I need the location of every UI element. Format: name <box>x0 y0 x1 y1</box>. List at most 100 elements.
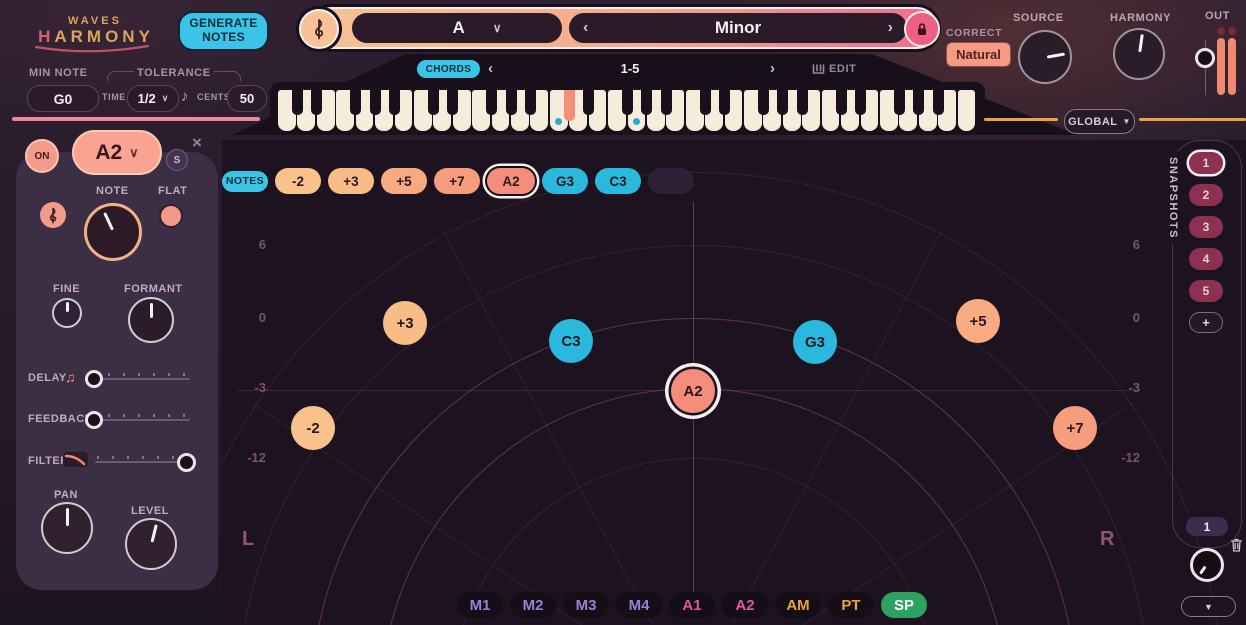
black-key[interactable] <box>311 90 323 115</box>
black-key[interactable] <box>524 90 536 115</box>
clef-badge[interactable] <box>299 9 339 49</box>
filter-slider-handle[interactable] <box>177 453 196 472</box>
black-key[interactable] <box>486 90 498 115</box>
voice-tab-M4[interactable]: M4 <box>616 592 662 618</box>
voice-tab-M3[interactable]: M3 <box>563 592 609 618</box>
min-note-field[interactable]: G0 <box>27 85 99 112</box>
formant-knob[interactable] <box>128 297 174 343</box>
scale-lock-button[interactable] <box>904 11 940 47</box>
snapshot-button-3[interactable]: 3 <box>1189 216 1223 238</box>
note-chip-+3[interactable]: +3 <box>328 168 374 194</box>
black-key[interactable] <box>893 90 905 115</box>
correct-mode-button[interactable]: Natural <box>946 42 1011 67</box>
scale-prev-button[interactable]: ‹ <box>583 19 588 37</box>
left-accent-divider <box>12 117 260 121</box>
black-key[interactable] <box>777 90 789 115</box>
key-dropdown[interactable]: A ∨ <box>352 13 562 43</box>
snapshot-morph-knob[interactable] <box>1190 548 1224 582</box>
black-key[interactable] <box>389 90 400 115</box>
note-chip-empty[interactable] <box>648 168 694 194</box>
generate-notes-button[interactable]: GENERATE NOTES <box>180 13 267 49</box>
feedback-slider-handle[interactable] <box>85 411 103 429</box>
snapshot-button-5[interactable]: 5 <box>1189 280 1223 302</box>
voice-tab-AM[interactable]: AM <box>775 592 821 618</box>
panel-collapse-button[interactable]: ▼ <box>1181 596 1236 617</box>
black-key[interactable] <box>719 90 731 115</box>
chords-prev-button[interactable]: ‹ <box>488 60 493 77</box>
out-fader-handle[interactable] <box>1195 48 1215 68</box>
snapshot-add-button[interactable]: + <box>1189 312 1223 333</box>
note-chip-G3[interactable]: G3 <box>542 168 588 194</box>
voice-note-chevron-icon: ∨ <box>129 144 139 160</box>
voice-on-button[interactable]: ON <box>25 139 59 173</box>
radar-node-+5[interactable]: +5 <box>956 299 1000 343</box>
level-knob[interactable] <box>125 518 177 570</box>
black-key[interactable] <box>932 90 944 115</box>
black-key[interactable] <box>583 90 595 115</box>
voice-tab-PT[interactable]: PT <box>828 592 874 618</box>
snapshot-button-1[interactable]: 1 <box>1189 152 1223 174</box>
black-key[interactable] <box>757 90 769 115</box>
voice-tab-A2[interactable]: A2 <box>722 592 768 618</box>
brand-swoosh <box>34 44 150 53</box>
tolerance-note-icon: ♪ <box>181 88 189 105</box>
black-key[interactable] <box>369 90 381 115</box>
pan-knob[interactable] <box>41 502 93 554</box>
time-dropdown[interactable]: 1/2 ∨ <box>127 85 179 112</box>
chords-toggle[interactable]: CHORDS <box>417 60 480 78</box>
radar-node-C3[interactable]: C3 <box>549 319 593 363</box>
voice-tab-M1[interactable]: M1 <box>457 592 503 618</box>
radar-node-+3[interactable]: +3 <box>383 301 427 345</box>
cents-field[interactable]: 50 <box>227 85 267 112</box>
note-knob-label: NOTE <box>96 185 129 197</box>
delay-slider-handle[interactable] <box>85 370 103 388</box>
black-key[interactable] <box>622 90 633 115</box>
flat-toggle-button[interactable] <box>159 204 183 228</box>
piano-keyboard[interactable] <box>270 82 985 135</box>
voice-tab-A1[interactable]: A1 <box>669 592 715 618</box>
global-dropdown[interactable]: GLOBAL ▼ <box>1064 109 1135 134</box>
black-key[interactable] <box>913 90 925 115</box>
voice-tab-SP[interactable]: SP <box>881 592 927 618</box>
trash-icon[interactable] <box>1230 537 1243 553</box>
snapshot-button-4[interactable]: 4 <box>1189 248 1223 270</box>
note-chip-+7[interactable]: +7 <box>434 168 480 194</box>
voice-clef-badge[interactable] <box>40 202 66 228</box>
note-chip--2[interactable]: -2 <box>275 168 321 194</box>
note-knob[interactable] <box>84 203 142 261</box>
black-key[interactable] <box>447 90 459 115</box>
black-key[interactable] <box>641 90 653 115</box>
note-chip-A2[interactable]: A2 <box>487 168 535 194</box>
chords-next-button[interactable]: › <box>770 60 775 77</box>
radar-node--2[interactable]: -2 <box>291 406 335 450</box>
scale-next-button[interactable]: › <box>888 19 893 37</box>
black-key[interactable] <box>350 90 362 115</box>
note-chip-+5[interactable]: +5 <box>381 168 427 194</box>
fine-label: FINE <box>53 283 81 295</box>
harmony-knob[interactable] <box>1113 28 1165 80</box>
radar-node-A2[interactable]: A2 <box>671 369 715 413</box>
note-chip-C3[interactable]: C3 <box>595 168 641 194</box>
radar-node-+7[interactable]: +7 <box>1053 406 1097 450</box>
black-key[interactable] <box>796 90 808 115</box>
black-key[interactable] <box>660 90 672 115</box>
black-key[interactable] <box>505 90 517 115</box>
source-knob[interactable] <box>1018 30 1072 84</box>
black-key[interactable] <box>291 90 303 115</box>
voice-close-button[interactable]: × <box>192 133 202 153</box>
voice-tab-M2[interactable]: M2 <box>510 592 556 618</box>
black-key[interactable] <box>855 90 866 115</box>
voice-solo-button[interactable]: S <box>166 149 188 171</box>
black-key[interactable] <box>835 90 847 115</box>
voice-note-dropdown[interactable]: A2 ∨ <box>72 130 162 175</box>
delay-sync-icon[interactable]: ♫ <box>65 369 76 385</box>
black-key-highlighted[interactable] <box>563 90 575 121</box>
snapshot-button-2[interactable]: 2 <box>1189 184 1223 206</box>
fine-knob[interactable] <box>52 298 82 328</box>
white-key[interactable] <box>957 90 976 131</box>
radar-node-G3[interactable]: G3 <box>793 320 837 364</box>
black-key[interactable] <box>427 90 439 115</box>
black-key[interactable] <box>699 90 711 115</box>
delay-label: DELAY <box>28 372 67 384</box>
edit-button[interactable]: EDIT <box>829 63 856 75</box>
